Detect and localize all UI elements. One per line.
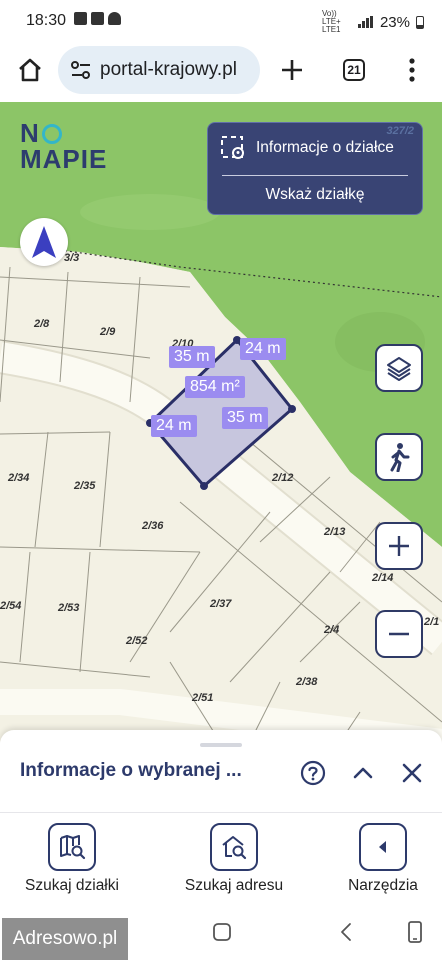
- home-icon: [19, 58, 41, 82]
- status-time: 18:30: [26, 12, 67, 29]
- search-parcel-label: Szukaj działki: [25, 877, 119, 894]
- address-bar[interactable]: portal-krajowy.pl: [58, 46, 260, 94]
- parcel-label: 2/4: [324, 624, 340, 636]
- compass-arrow-icon: [32, 226, 56, 258]
- parcel-label: 2/1: [424, 616, 440, 628]
- zoom-out-button[interactable]: [375, 610, 423, 658]
- collapse-sheet-button[interactable]: [348, 758, 378, 788]
- app-logo: N MAPIE: [20, 120, 107, 172]
- help-button[interactable]: [298, 758, 328, 788]
- tab-count: 21: [343, 59, 365, 81]
- plus-icon: [282, 60, 302, 80]
- parcel-info-button[interactable]: Informacje o działce: [220, 135, 394, 161]
- home-button[interactable]: [10, 50, 50, 90]
- url-text: portal-krajowy.pl: [100, 59, 237, 80]
- chevron-up-icon: [353, 767, 373, 779]
- search-address-button[interactable]: Szukaj adresu: [180, 823, 288, 895]
- close-icon: [402, 763, 422, 783]
- triangle-left-icon: [379, 841, 386, 853]
- parcel-label: 2/12: [272, 472, 294, 484]
- parcel-label: 2/53: [58, 602, 80, 614]
- bottom-navigation: Szukaj działki Szukaj adresu Narzędzia: [0, 812, 442, 904]
- recent-apps-icon[interactable]: [212, 922, 232, 942]
- parcel-label: 2/34: [8, 472, 30, 484]
- battery-percent: 23%: [379, 13, 410, 31]
- parcel-area-tag: 854 m²: [185, 376, 245, 398]
- parcel-label: 3/3: [64, 252, 80, 264]
- terrain-shade: [80, 194, 220, 230]
- parcel-label: 2/13: [324, 526, 346, 538]
- map-search-icon: [60, 835, 86, 860]
- calendar-notification-icon: [91, 12, 104, 25]
- help-icon: [300, 760, 326, 786]
- phone-rotate-icon[interactable]: [406, 920, 424, 944]
- parcel-info-panel: 327/2 Informacje o działce Wskaż działkę: [207, 122, 423, 215]
- dimension-tag-top-right: 24 m: [240, 338, 286, 360]
- walking-mode-button[interactable]: [375, 433, 423, 481]
- system-navigation-bar: Adresowo.pl: [0, 904, 442, 960]
- parcel-location-icon: [221, 136, 244, 159]
- tab-switcher-button[interactable]: 21: [334, 50, 374, 90]
- status-bar: 18:30 Vo)) LTE+ LTE1 23%: [0, 0, 442, 40]
- close-sheet-button[interactable]: [397, 758, 427, 788]
- search-parcel-button[interactable]: Szukaj działki: [20, 823, 124, 895]
- house-search-icon: [222, 836, 247, 860]
- parcel-label: 2/54: [0, 600, 22, 612]
- parcel-label: 2/37: [210, 598, 232, 610]
- parcel-label: 2/51: [192, 692, 214, 704]
- search-address-label: Szukaj adresu: [184, 877, 284, 894]
- plus-icon: [389, 536, 409, 556]
- parcel-label: 2/14: [372, 572, 394, 584]
- parcel-label: 2/52: [126, 635, 148, 647]
- tools-label: Narzędzia: [348, 877, 418, 894]
- map-view[interactable]: 3/3 2/8 2/9 2/10 2/34 2/35 2/36 2/12 2/1…: [0, 102, 442, 742]
- battery-icon: [416, 15, 424, 29]
- parcel-label: 2/36: [142, 520, 164, 532]
- tools-button[interactable]: Narzędzia: [342, 823, 424, 895]
- dimension-tag-bottom-right: 35 m: [222, 407, 268, 429]
- sheet-title: Informacje o wybranej ...: [20, 760, 242, 781]
- logo-line2: MAPIE: [20, 144, 108, 174]
- layers-icon: [387, 357, 411, 381]
- walking-person-icon: [390, 443, 410, 472]
- parcel-label: 2/38: [296, 676, 318, 688]
- browser-toolbar: portal-krajowy.pl 21: [0, 40, 442, 102]
- parcel-label: 2/9: [100, 326, 116, 338]
- site-settings-icon[interactable]: [70, 61, 92, 79]
- dimension-tag-bottom-left: 24 m: [151, 415, 197, 437]
- new-tab-button[interactable]: [272, 50, 312, 90]
- status-right: Vo)) LTE+ LTE1 23%: [322, 10, 424, 34]
- parcel-info-sheet[interactable]: Informacje o wybranej ...: [0, 730, 442, 812]
- compass-button[interactable]: [20, 218, 68, 266]
- notification-icons: [74, 12, 121, 25]
- logo-circle-mark: [41, 124, 62, 144]
- zoom-in-button[interactable]: [375, 522, 423, 570]
- parcel-label: 2/8: [34, 318, 50, 330]
- back-icon[interactable]: [338, 922, 354, 942]
- search-address-icon-box: [210, 823, 258, 871]
- sheet-drag-handle[interactable]: [200, 743, 242, 747]
- tools-icon-box: [359, 823, 407, 871]
- network-indicator: Vo)) LTE+ LTE1: [321, 9, 341, 34]
- gallery-notification-icon: [74, 12, 87, 25]
- watermark: Adresowo.pl: [2, 918, 128, 960]
- parcel-label: 2/35: [74, 480, 96, 492]
- signal-icon: [357, 16, 374, 28]
- minus-icon: [389, 632, 409, 636]
- search-parcel-icon-box: [48, 823, 96, 871]
- show-parcel-label: Wskaż działkę: [265, 186, 365, 203]
- dimension-tag-top-left: 35 m: [169, 346, 215, 368]
- parcel-info-label: Informacje o działce: [256, 139, 394, 156]
- app-notification-icon: [108, 12, 121, 25]
- more-vertical-icon: [409, 58, 415, 82]
- panel-divider: [222, 175, 408, 176]
- browser-menu-button[interactable]: [392, 50, 432, 90]
- layers-button[interactable]: [375, 344, 423, 392]
- show-parcel-button[interactable]: Wskaż działkę: [208, 186, 422, 204]
